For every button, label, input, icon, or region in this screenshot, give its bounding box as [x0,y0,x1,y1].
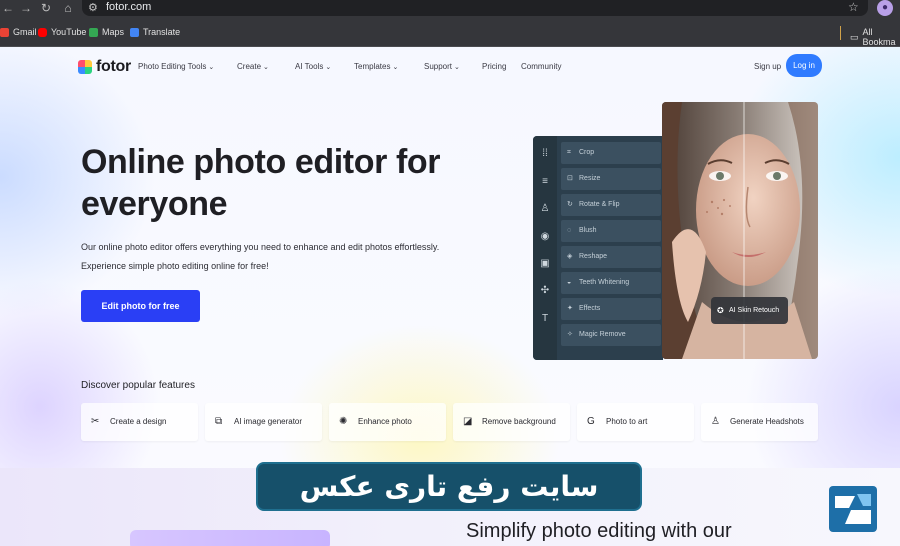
remove-bg-icon: ◪ [463,416,473,427]
teeth-icon: ◒ [567,279,572,286]
hero-desc-line: Experience simple photo editing online f… [81,261,269,271]
adjust-icon: ≡ [542,176,548,187]
site-info-icon[interactable]: ⚙ [88,1,98,14]
tool-crop: ⌗ Crop [561,142,661,164]
chevron-down-icon: ⌄ [263,64,269,71]
fotor-logo-icon [78,60,92,74]
grid-icon: ⁞⁞ [542,148,548,159]
headshot-icon: ♙ [711,416,720,427]
editor-tool-rail: ⁞⁞ ≡ ♙ ◉ ▣ ✣ T [533,136,557,360]
purple-card [130,530,330,546]
browser-toolbar: ← → ↻ ⌂ ⚙ fotor.com ☆ ● [0,0,900,20]
home-icon[interactable]: ⌂ [60,0,76,18]
chevron-down-icon: ⌄ [392,64,399,71]
bookmark-star-icon[interactable]: ☆ [848,0,859,14]
bookmark-youtube[interactable]: YouTube [38,27,86,37]
badge-label: AI Skin Retouch [729,307,780,314]
feature-photo-to-art[interactable]: G Photo to art [577,403,694,441]
text-icon: T [541,313,549,324]
all-bookmarks-label: All Bookma [862,27,896,47]
tool-resize: ⊡ Resize [561,168,661,190]
site-watermark-logo [829,486,877,532]
frame-icon: ▣ [540,258,550,269]
nav-ai-tools[interactable]: AI Tools ⌄ [295,62,331,71]
ai-image-icon: ⧉ [215,416,223,427]
chevron-down-icon: ⌄ [454,64,460,71]
hero-desc-line: Our online photo editor offers everythin… [81,242,440,252]
signup-link[interactable]: Sign up [754,62,781,71]
url-text[interactable]: fotor.com [106,1,151,13]
profile-avatar[interactable]: ● [877,0,893,16]
bookmark-label: Maps [102,27,125,37]
tool-reshape: ◈ Reshape [561,246,661,268]
tool-rotate-flip: ↻ Rotate & Flip [561,194,661,216]
feature-enhance-photo[interactable]: ✺ Enhance photo [329,403,446,441]
bookmarks-divider [840,26,841,40]
feature-generate-headshots[interactable]: ♙ Generate Headshots [701,403,818,441]
resize-icon: ⊡ [567,175,573,182]
editor-preview-panel: ⁞⁞ ≡ ♙ ◉ ▣ ✣ T ⌗ Crop ⊡ Resize ↻ Rotate & F… [533,136,663,360]
beauty-icon: ♙ [540,203,550,214]
hero-title: Online photo editor for everyone [81,143,441,223]
feature-ai-image-generator[interactable]: ⧉ AI image generator [205,403,322,441]
sparkle-icon: ✪ [717,306,724,315]
forward-icon[interactable]: → [18,0,34,18]
crop-icon: ⌗ [567,149,571,156]
nav-photo-editing-tools[interactable]: Photo Editing Tools ⌄ [138,62,214,71]
ai-skin-retouch-badge: ✪ AI Skin Retouch [711,297,788,324]
section-heading: Simplify photo editing with our [466,520,732,542]
logo-text: fotor [96,58,131,75]
eye-icon: ◉ [540,231,550,242]
features-row: ✂ Create a design ⧉ AI image generator ✺ En… [81,403,821,441]
chevron-down-icon: ⌄ [325,64,332,71]
persian-title-banner: سایت رفع تاری عکس [256,462,642,511]
elements-icon: ✣ [540,285,550,296]
gmail-icon [0,27,9,37]
address-bar[interactable]: ⚙ fotor.com [82,0,868,16]
features-heading: Discover popular features [81,380,195,391]
site-navbar: fotor Photo Editing Tools ⌄ Create ⌄ AI To… [0,47,900,87]
back-icon[interactable]: ← [0,0,16,18]
maps-icon [89,27,98,37]
rotate-icon: ↻ [567,201,573,208]
blush-icon: ◌ [567,227,572,234]
tool-effects: ✦ Effects [561,298,661,320]
nav-create[interactable]: Create ⌄ [237,62,269,71]
reshape-icon: ◈ [567,253,573,260]
bookmark-label: Gmail [13,27,37,37]
hero-description: Our online photo editor offers everythin… [81,238,501,276]
art-icon: G [587,416,595,427]
magic-remove-icon: ✧ [567,331,573,338]
folder-icon: ▭ [850,31,859,42]
translate-icon [130,27,139,37]
bookmark-gmail[interactable]: Gmail [0,27,37,37]
feature-remove-background[interactable]: ◪ Remove background [453,403,570,441]
edit-photo-button[interactable]: Edit photo for free [81,290,200,322]
bookmark-label: YouTube [51,27,87,37]
tool-magic-remove: ✧ Magic Remove [561,324,661,346]
bookmark-label: Translate [143,27,181,37]
all-bookmarks[interactable]: ▭ All Bookma [850,27,900,47]
nav-pricing[interactable]: Pricing [482,62,506,71]
tool-blush: ◌ Blush [561,220,661,242]
bookmarks-bar: Gmail YouTube Maps Translate ▭ All Bookm… [0,20,900,47]
effects-icon: ✦ [567,305,573,312]
enhance-icon: ✺ [339,416,348,427]
bookmark-maps[interactable]: Maps [89,27,124,37]
tool-teeth-whitening: ◒ Teeth Whitening [561,272,661,294]
bookmark-translate[interactable]: Translate [130,27,180,37]
design-icon: ✂ [91,416,100,427]
reload-icon[interactable]: ↻ [38,0,54,18]
fotor-logo[interactable]: fotor [78,58,131,76]
nav-templates[interactable]: Templates ⌄ [354,62,398,71]
feature-create-design[interactable]: ✂ Create a design [81,403,198,441]
login-button[interactable]: Log in [786,54,822,77]
nav-support[interactable]: Support ⌄ [424,62,460,71]
chevron-down-icon: ⌄ [208,64,215,71]
youtube-icon [38,27,47,37]
nav-community[interactable]: Community [521,62,561,71]
